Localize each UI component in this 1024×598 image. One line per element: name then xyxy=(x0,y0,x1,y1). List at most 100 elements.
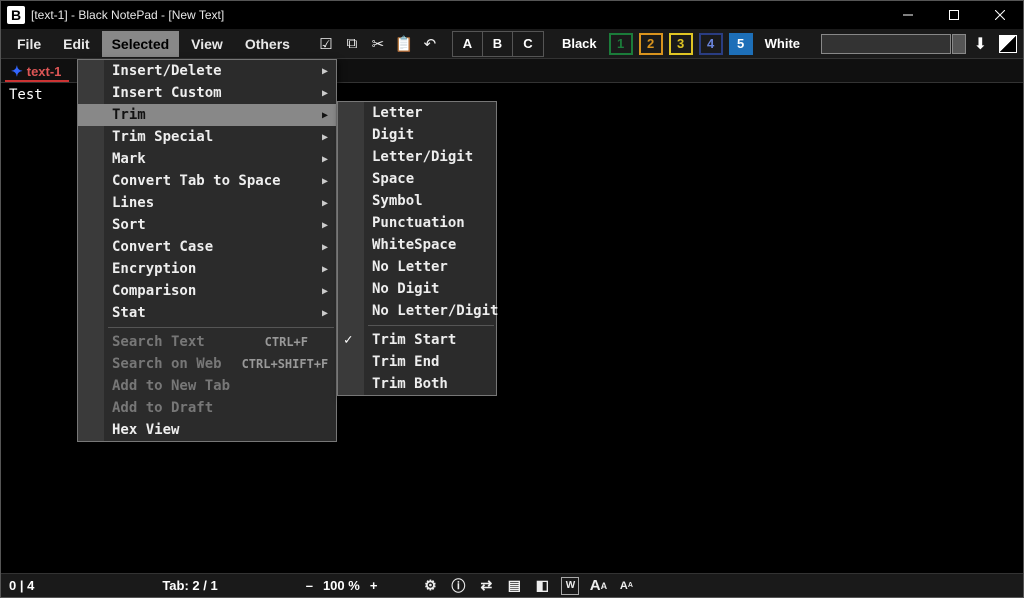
theme-4-button[interactable]: 4 xyxy=(699,33,723,55)
editor-area[interactable]: Test Insert/Delete▶Insert Custom▶Trim▶Tr… xyxy=(1,83,1023,573)
download-icon[interactable]: ⬇ xyxy=(974,34,987,54)
gear-icon[interactable]: ⚙ xyxy=(421,577,439,595)
copy-icon[interactable]: ⧉ xyxy=(342,34,362,54)
theme-1-button[interactable]: 1 xyxy=(609,33,633,55)
submenu-arrow-icon: ▶ xyxy=(322,66,328,77)
submenu-arrow-icon: ▶ xyxy=(322,308,328,319)
segment-b[interactable]: B xyxy=(483,32,513,56)
submenu-item-punctuation[interactable]: Punctuation xyxy=(338,212,496,234)
submenu-item-symbol[interactable]: Symbol xyxy=(338,190,496,212)
titlebar: B [text-1] - Black NotePad - [New Text] xyxy=(1,1,1023,29)
menu-item-convert-tab-to-space[interactable]: Convert Tab to Space▶ xyxy=(78,170,336,192)
app-icon: B xyxy=(7,6,25,24)
submenu-arrow-icon: ▶ xyxy=(322,132,328,143)
menu-item-add-to-new-tab: Add to New Tab xyxy=(78,375,336,397)
layers-icon[interactable]: ▤ xyxy=(505,577,523,595)
menu-item-encryption[interactable]: Encryption▶ xyxy=(78,258,336,280)
undo-icon[interactable]: ↶ xyxy=(420,34,440,54)
menu-item-stat[interactable]: Stat▶ xyxy=(78,302,336,324)
submenu-item-letter-digit[interactable]: Letter/Digit xyxy=(338,146,496,168)
window-icon[interactable]: ◧ xyxy=(533,577,551,595)
submenu-item-space[interactable]: Space xyxy=(338,168,496,190)
check-icon: ✓ xyxy=(344,332,352,348)
zoom-in-button[interactable]: + xyxy=(370,578,378,593)
segment-a[interactable]: A xyxy=(453,32,483,56)
submenu-arrow-icon: ▶ xyxy=(322,110,328,121)
submenu-item-digit[interactable]: Digit xyxy=(338,124,496,146)
submenu-item-no-letter-digit[interactable]: No Letter/Digit xyxy=(338,300,496,322)
menu-item-comparison[interactable]: Comparison▶ xyxy=(78,280,336,302)
minimize-button[interactable] xyxy=(885,1,931,29)
submenu-arrow-icon: ▶ xyxy=(322,242,328,253)
submenu-arrow-icon: ▶ xyxy=(322,154,328,165)
zoom-value: 100 % xyxy=(323,578,360,593)
menu-item-insert-delete[interactable]: Insert/Delete▶ xyxy=(78,60,336,82)
close-button[interactable] xyxy=(977,1,1023,29)
tab-label: text-1 xyxy=(27,64,62,79)
menu-others[interactable]: Others xyxy=(235,31,300,57)
info-icon[interactable]: ⓘ xyxy=(449,577,467,595)
submenu-arrow-icon: ▶ xyxy=(322,176,328,187)
menu-item-add-to-draft: Add to Draft xyxy=(78,397,336,419)
menu-edit[interactable]: Edit xyxy=(53,31,99,57)
submenu-item-no-digit[interactable]: No Digit xyxy=(338,278,496,300)
submenu-item-trim-end[interactable]: Trim End xyxy=(338,351,496,373)
statusbar: 0 | 4 Tab: 2 / 1 – 100 % + ⚙ ⓘ ⇄ ▤ ◧ W A… xyxy=(1,573,1023,597)
cut-icon[interactable]: ✂ xyxy=(368,34,388,54)
trim-submenu: LetterDigitLetter/DigitSpaceSymbolPunctu… xyxy=(337,101,497,396)
swap-icon[interactable]: ⇄ xyxy=(477,577,495,595)
menu-item-hex-view[interactable]: Hex View xyxy=(78,419,336,441)
theme-5-button[interactable]: 5 xyxy=(729,33,753,55)
tab-text-1[interactable]: ✦ text-1 xyxy=(5,61,69,82)
menubar: File Edit Selected View Others ☑ ⧉ ✂ 📋 ↶… xyxy=(1,29,1023,59)
window-controls xyxy=(885,1,1023,29)
submenu-item-whitespace[interactable]: WhiteSpace xyxy=(338,234,496,256)
submenu-item-no-letter[interactable]: No Letter xyxy=(338,256,496,278)
menu-file[interactable]: File xyxy=(7,31,51,57)
menu-view[interactable]: View xyxy=(181,31,233,57)
menu-item-trim-special[interactable]: Trim Special▶ xyxy=(78,126,336,148)
menu-item-convert-case[interactable]: Convert Case▶ xyxy=(78,236,336,258)
paste-icon[interactable]: 📋 xyxy=(394,34,414,54)
zoom-out-button[interactable]: – xyxy=(306,578,313,593)
menu-item-trim[interactable]: Trim▶ xyxy=(78,104,336,126)
menu-item-sort[interactable]: Sort▶ xyxy=(78,214,336,236)
submenu-arrow-icon: ▶ xyxy=(322,198,328,209)
segment-group: A B C xyxy=(452,31,544,57)
wrap-icon[interactable]: W xyxy=(561,577,579,595)
font-increase-icon[interactable]: AA xyxy=(589,577,607,595)
submenu-item-trim-both[interactable]: Trim Both xyxy=(338,373,496,395)
tab-marker-icon: ✦ xyxy=(11,63,23,80)
submenu-arrow-icon: ▶ xyxy=(322,286,328,297)
menu-item-lines[interactable]: Lines▶ xyxy=(78,192,336,214)
font-decrease-icon[interactable]: AA xyxy=(617,577,635,595)
status-icons: ⚙ ⓘ ⇄ ▤ ◧ W AA AA xyxy=(421,577,635,595)
submenu-arrow-icon: ▶ xyxy=(322,264,328,275)
menu-item-insert-custom[interactable]: Insert Custom▶ xyxy=(78,82,336,104)
toolbar-dropdown[interactable] xyxy=(821,34,951,54)
app-window: B [text-1] - Black NotePad - [New Text] … xyxy=(0,0,1024,598)
selected-dropdown: Insert/Delete▶Insert Custom▶Trim▶Trim Sp… xyxy=(77,59,337,442)
submenu-item-letter[interactable]: Letter xyxy=(338,102,496,124)
menu-item-mark[interactable]: Mark▶ xyxy=(78,148,336,170)
contrast-icon[interactable] xyxy=(999,35,1017,53)
window-title: [text-1] - Black NotePad - [New Text] xyxy=(31,8,224,22)
checkbox-icon[interactable]: ☑ xyxy=(316,34,336,54)
mode-black-label: Black xyxy=(562,36,597,51)
status-tabinfo: Tab: 2 / 1 xyxy=(162,578,217,593)
menu-item-search-text: Search TextCTRL+F xyxy=(78,331,336,353)
submenu-arrow-icon: ▶ xyxy=(322,88,328,99)
menu-item-search-on-web: Search on WebCTRL+SHIFT+F xyxy=(78,353,336,375)
status-position: 0 | 4 xyxy=(9,578,34,593)
toolbar-dropdown-button[interactable] xyxy=(952,34,966,54)
submenu-item-trim-start[interactable]: ✓Trim Start xyxy=(338,329,496,351)
theme-3-button[interactable]: 3 xyxy=(669,33,693,55)
menu-selected[interactable]: Selected xyxy=(102,31,180,57)
theme-2-button[interactable]: 2 xyxy=(639,33,663,55)
editor-content: Test xyxy=(9,87,43,103)
maximize-button[interactable] xyxy=(931,1,977,29)
titlebar-left: B [text-1] - Black NotePad - [New Text] xyxy=(7,6,224,24)
segment-c[interactable]: C xyxy=(513,32,543,56)
zoom-group: – 100 % + xyxy=(306,578,378,593)
mode-white-label: White xyxy=(765,36,800,51)
